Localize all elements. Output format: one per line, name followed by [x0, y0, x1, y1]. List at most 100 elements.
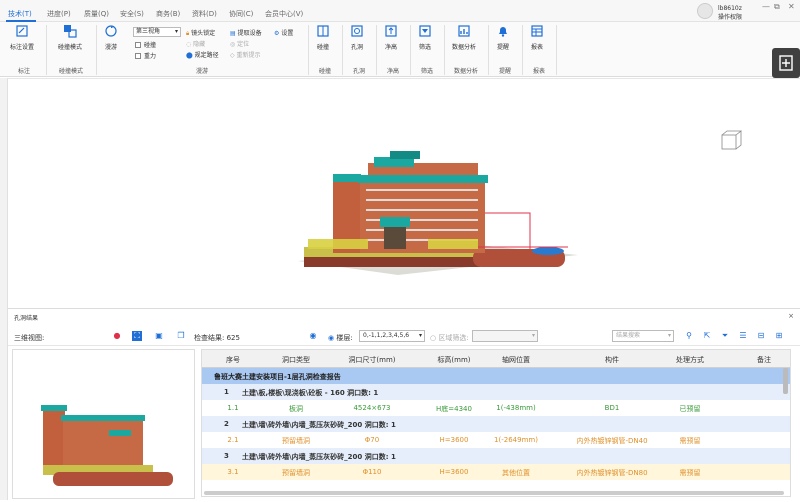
item-axis: 其他位置	[502, 469, 530, 477]
col-header: 处理方式	[676, 356, 704, 364]
report-button[interactable]: 报表	[530, 24, 544, 51]
report-label: 报表	[530, 44, 543, 51]
lock-camera-label: 镜头锁定	[191, 30, 216, 37]
list-icon[interactable]: ☰	[738, 331, 748, 341]
hole-label: 孔洞	[350, 44, 363, 51]
hole-button[interactable]: 孔洞	[350, 24, 364, 51]
tab-safety[interactable]: 安全(S)	[120, 9, 144, 19]
restore-button[interactable]: ⧉	[774, 2, 780, 12]
tab-collab[interactable]: 协同(C)	[229, 9, 253, 19]
hole-icon	[351, 25, 363, 37]
group-label-clear-height: 净高	[386, 68, 399, 75]
collision-checkbox[interactable]: 碰撞	[135, 40, 156, 49]
tab-docs[interactable]: 资料(D)	[192, 9, 217, 19]
thumbnail-3d-view[interactable]	[12, 349, 195, 499]
tab-member[interactable]: 会员中心(V)	[265, 9, 303, 19]
roam-settings-button[interactable]: ⚙ 设置	[274, 28, 293, 37]
user-name: lb8610z	[718, 5, 742, 12]
col-header: 备注	[757, 356, 771, 364]
filter-icon[interactable]: ⏷	[720, 331, 730, 341]
region-select[interactable]: ▾	[472, 330, 538, 342]
3d-viewport[interactable]	[8, 78, 800, 302]
collision-button[interactable]: 碰撞	[316, 24, 330, 51]
collision-mode-icon	[64, 25, 77, 38]
group-no: 3	[224, 452, 229, 460]
tab-progress[interactable]: 进度(P)	[47, 9, 71, 19]
hide-button[interactable]: ◌ 隐藏	[186, 39, 205, 48]
extract-icon: ▤	[230, 30, 236, 37]
expand-icon[interactable]: ⊞	[774, 331, 784, 341]
scene-hint-button[interactable]: ◇ 重新提示	[230, 50, 261, 59]
path-pin-icon: ⬤	[186, 52, 193, 59]
horizontal-scrollbar[interactable]	[204, 491, 784, 495]
roam-icon	[105, 25, 117, 37]
close-button[interactable]: ✕	[788, 2, 795, 11]
tab-quality[interactable]: 质量(Q)	[84, 9, 109, 19]
hole-result-panel: 孔洞结果 × 三维视图: ● ⛶ ▣ ❐ 检查结果: 625 ◉ ◉ 楼层: 0…	[8, 308, 800, 500]
left-collapse-strip[interactable]	[0, 78, 8, 500]
table-row[interactable]: 1.1 板洞 4524×673 H底=4340 1(-438mm) BD1 已预…	[202, 400, 790, 416]
group-row[interactable]: 1 土建\板,楼板\现浇板\砼板 - 160 洞口数: 1	[202, 384, 790, 400]
group-label-data-analysis: 数据分析	[453, 68, 478, 75]
group-title: 土建\墙\砖外墙\内墙_蒸压灰砂砖_200 洞口数: 1	[242, 421, 396, 429]
locate-button[interactable]: ◎ 定位	[230, 39, 249, 48]
result-search-input[interactable]: 结果搜索 ▾	[612, 330, 674, 342]
view-mode-select[interactable]: 第三视角 ▾	[133, 27, 181, 37]
report-icon	[531, 25, 543, 37]
data-analysis-icon	[458, 25, 470, 37]
collapse-icon[interactable]: ⊟	[756, 331, 766, 341]
lock-camera-button[interactable]: 🔒︎ 镜头锁定	[186, 28, 215, 38]
group-label-filter: 筛选	[420, 68, 433, 75]
item-no: 1.1	[227, 404, 239, 412]
divider	[96, 25, 97, 75]
divider	[376, 25, 377, 75]
color-mode-icon[interactable]: ●	[112, 331, 122, 341]
collision-label: 碰撞	[316, 44, 329, 51]
fixed-path-button[interactable]: ⬤ 规定路径	[186, 50, 219, 59]
tab-tech[interactable]: 技术(T)	[8, 9, 32, 19]
avatar[interactable]	[697, 3, 713, 19]
floor-label: 楼层:	[336, 334, 353, 342]
group-label-hole: 孔洞	[352, 68, 365, 75]
item-type: 板洞	[289, 405, 303, 413]
export-icon[interactable]: ⇱	[702, 331, 712, 341]
data-analysis-button[interactable]: 数据分析	[452, 24, 476, 51]
floor-radio[interactable]: ◉ 楼层:	[328, 333, 353, 343]
table-row[interactable]: 3.1 预留墙洞 Φ110 H=3600 其他位置 内外热镀锌钢管-DN80 需…	[202, 464, 790, 480]
item-size: Φ70	[364, 436, 380, 444]
close-icon[interactable]: ×	[788, 312, 794, 320]
vertical-scrollbar[interactable]	[783, 368, 788, 394]
tab-business[interactable]: 商务(B)	[156, 9, 180, 19]
group-row[interactable]: 3 土建\墙\砖外墙\内墙_蒸压灰砂砖_200 洞口数: 1	[202, 448, 790, 464]
user-permission[interactable]: 操作权限	[718, 12, 742, 21]
chevron-down-icon: ▾	[531, 332, 535, 339]
item-no: 2.1	[227, 436, 239, 444]
minimize-button[interactable]: —	[762, 2, 770, 11]
location-pin-icon[interactable]: ⚲	[684, 331, 694, 341]
roam-button[interactable]: 漫游	[104, 24, 118, 51]
clear-height-label: 净高	[384, 44, 397, 51]
collision-mode-button[interactable]: 碰撞模式	[58, 24, 82, 51]
reminder-button[interactable]: 提醒	[496, 24, 510, 51]
eye-icon[interactable]: ◉	[308, 331, 318, 341]
col-header: 洞口类型	[282, 356, 310, 364]
gear-icon: ⚙	[274, 30, 280, 37]
window-icon[interactable]: ❐	[176, 331, 186, 341]
group-row[interactable]: 2 土建\墙\砖外墙\内墙_蒸压灰砂砖_200 洞口数: 1	[202, 416, 790, 432]
side-export-button[interactable]	[772, 48, 800, 78]
annotation-settings-button[interactable]: 标注设置	[10, 24, 34, 51]
floor-select[interactable]: 0,-1,1,2,3,4,5,6 ▾	[359, 330, 425, 342]
fit-view-icon[interactable]: ⛶	[132, 331, 142, 341]
extract-device-button[interactable]: ▤ 提取设备	[230, 28, 262, 37]
table-row[interactable]: 2.1 预留墙洞 Φ70 H=3600 1(-2649mm) 内外热镀锌钢管-D…	[202, 432, 790, 448]
region-label: 区域筛选:	[438, 334, 469, 342]
chevron-down-icon: ▾	[174, 28, 178, 35]
screenshot-icon[interactable]: ▣	[154, 331, 164, 341]
report-title-row[interactable]: 鲁班大赛土建安装项目-1层孔洞检查报告	[202, 368, 790, 384]
divider	[556, 25, 557, 75]
clear-height-button[interactable]: 净高	[384, 24, 398, 51]
filter-button[interactable]: 筛选	[418, 24, 432, 51]
group-label-collision-mode: 碰撞模式	[58, 68, 83, 75]
region-radio[interactable]: ○ 区域筛选:	[430, 333, 469, 343]
gravity-checkbox[interactable]: 重力	[135, 51, 156, 60]
